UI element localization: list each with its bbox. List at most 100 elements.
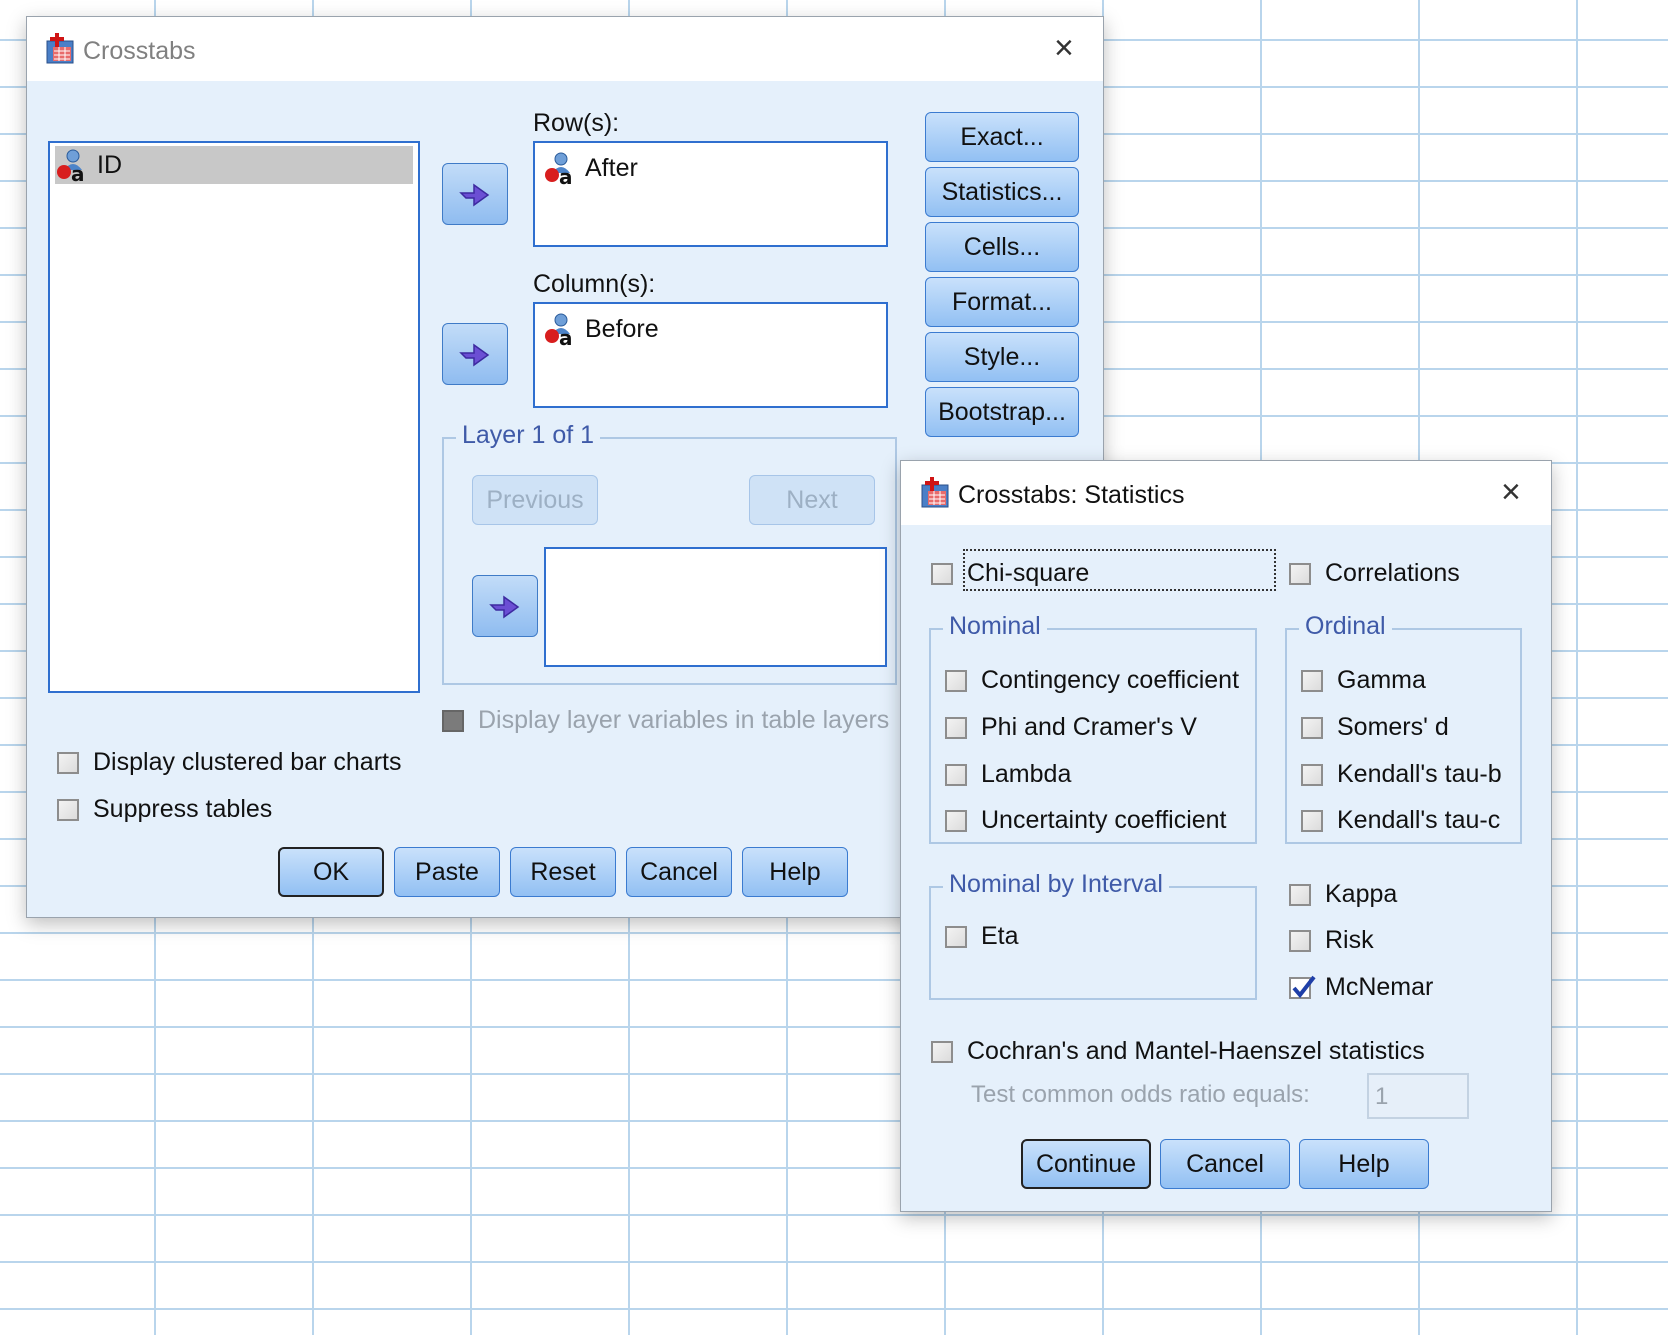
checkbox-box[interactable] [945, 763, 967, 786]
format-button[interactable]: Format... [925, 277, 1079, 327]
reset-button[interactable]: Reset [510, 847, 616, 897]
kendalls-tau-c-checkbox[interactable]: Kendall's tau-c [1301, 806, 1500, 835]
checkbox-label: Uncertainty coefficient [981, 806, 1227, 834]
titlebar: Crosstabs: Statistics × [901, 461, 1551, 525]
checkbox-box[interactable] [931, 562, 953, 585]
cancel-button[interactable]: Cancel [626, 847, 732, 897]
bootstrap-button[interactable]: Bootstrap... [925, 387, 1079, 437]
variable-item-after[interactable]: After [543, 151, 638, 185]
cells-button[interactable]: Cells... [925, 222, 1079, 272]
variable-name: Before [585, 314, 659, 343]
risk-checkbox[interactable]: Risk [1289, 926, 1374, 955]
dialog-title: Crosstabs: Statistics [958, 481, 1185, 509]
checkbox-label: Display clustered bar charts [93, 748, 402, 776]
move-to-columns-button[interactable] [442, 323, 508, 385]
lambda-checkbox[interactable]: Lambda [945, 760, 1071, 789]
variable-item-before[interactable]: Before [543, 312, 659, 346]
checkbox-label: Display layer variables in table layers [478, 706, 890, 734]
move-to-rows-button[interactable] [442, 163, 508, 225]
layer-list[interactable] [544, 547, 887, 667]
checkbox-box[interactable] [57, 798, 79, 821]
nominal-string-variable-icon [543, 312, 577, 346]
checkbox-box[interactable] [1289, 975, 1316, 999]
columns-label: Column(s): [533, 270, 656, 298]
next-button[interactable]: Next [749, 475, 875, 525]
previous-button[interactable]: Previous [472, 475, 598, 525]
statistics-button[interactable]: Statistics... [925, 167, 1079, 217]
layer-group: Layer 1 of 1 Previous Next [442, 421, 897, 685]
checkbox-box[interactable] [442, 709, 464, 732]
nominal-by-interval-title: Nominal by Interval [943, 870, 1169, 899]
statistics-dialog: Crosstabs: Statistics × Chi-square Corre… [900, 460, 1552, 1212]
checkbox-box[interactable] [945, 809, 967, 832]
ordinal-title: Ordinal [1299, 612, 1392, 641]
checkbox-label: Phi and Cramer's V [981, 713, 1197, 741]
columns-list[interactable]: Before [533, 302, 888, 408]
checkbox-label: Chi-square [967, 559, 1090, 587]
move-to-layer-button[interactable] [472, 575, 538, 637]
clustered-bar-charts-checkbox[interactable]: Display clustered bar charts [57, 748, 401, 777]
checkmark-icon [1292, 975, 1316, 998]
correlations-checkbox[interactable]: Correlations [1289, 559, 1460, 588]
cochran-mantel-haenszel-checkbox[interactable]: Cochran's and Mantel-Haenszel statistics [931, 1037, 1425, 1066]
nominal-string-variable-icon [55, 148, 89, 182]
style-button[interactable]: Style... [925, 332, 1079, 382]
checkbox-box[interactable] [931, 1040, 953, 1063]
variable-item-id[interactable]: ID [55, 146, 413, 184]
checkbox-box[interactable] [1289, 883, 1311, 906]
checkbox-box[interactable] [1301, 809, 1323, 832]
source-variable-list[interactable]: ID [48, 141, 420, 693]
checkbox-box[interactable] [1289, 929, 1311, 952]
checkbox-box[interactable] [1301, 763, 1323, 786]
checkbox-box[interactable] [57, 751, 79, 774]
checkbox-label: Gamma [1337, 666, 1426, 694]
checkbox-label: Suppress tables [93, 795, 273, 823]
display-layer-variables-checkbox[interactable]: Display layer variables in table layers [442, 706, 889, 735]
gamma-checkbox[interactable]: Gamma [1301, 666, 1426, 695]
kappa-checkbox[interactable]: Kappa [1289, 880, 1397, 909]
mcnemar-checkbox[interactable]: McNemar [1289, 973, 1433, 1002]
phi-cramers-v-checkbox[interactable]: Phi and Cramer's V [945, 713, 1197, 742]
odds-ratio-field[interactable]: 1 [1367, 1073, 1469, 1119]
move-right-arrow-icon [458, 179, 492, 209]
move-right-arrow-icon [488, 591, 522, 621]
rows-list[interactable]: After [533, 141, 888, 247]
contingency-coefficient-checkbox[interactable]: Contingency coefficient [945, 666, 1239, 695]
checkbox-label: Lambda [981, 760, 1072, 788]
close-icon[interactable]: × [1501, 475, 1521, 509]
uncertainty-coefficient-checkbox[interactable]: Uncertainty coefficient [945, 806, 1227, 835]
help-button[interactable]: Help [742, 847, 848, 897]
nominal-group: Nominal Contingency coefficient Phi and … [929, 612, 1257, 844]
kendalls-tau-b-checkbox[interactable]: Kendall's tau-b [1301, 760, 1502, 789]
titlebar: Crosstabs × [27, 17, 1103, 81]
cancel-button[interactable]: Cancel [1160, 1139, 1290, 1189]
checkbox-label: Kendall's tau-b [1337, 760, 1502, 788]
nominal-string-variable-icon [543, 151, 577, 185]
eta-checkbox[interactable]: Eta [945, 922, 1019, 951]
chi-square-checkbox[interactable]: Chi-square [931, 559, 1089, 588]
checkbox-box[interactable] [1301, 669, 1323, 692]
ordinal-group: Ordinal Gamma Somers' d Kendall's tau-b … [1285, 612, 1522, 844]
dialog-title: Crosstabs [83, 37, 196, 65]
checkbox-label: Risk [1325, 926, 1374, 954]
exact-button[interactable]: Exact... [925, 112, 1079, 162]
checkbox-label: Kendall's tau-c [1337, 806, 1501, 834]
move-right-arrow-icon [458, 339, 492, 369]
continue-button[interactable]: Continue [1021, 1139, 1151, 1189]
ok-button[interactable]: OK [278, 847, 384, 897]
rows-label: Row(s): [533, 109, 620, 137]
odds-ratio-label: Test common odds ratio equals: [971, 1081, 1310, 1108]
checkbox-box[interactable] [945, 716, 967, 739]
help-button[interactable]: Help [1299, 1139, 1429, 1189]
checkbox-box[interactable] [1289, 562, 1311, 585]
somers-d-checkbox[interactable]: Somers' d [1301, 713, 1449, 742]
suppress-tables-checkbox[interactable]: Suppress tables [57, 795, 272, 824]
paste-button[interactable]: Paste [394, 847, 500, 897]
checkbox-box[interactable] [945, 669, 967, 692]
nominal-by-interval-group: Nominal by Interval Eta [929, 870, 1257, 1000]
close-icon[interactable]: × [1054, 31, 1074, 65]
checkbox-box[interactable] [945, 925, 967, 948]
nominal-title: Nominal [943, 612, 1047, 641]
checkbox-label: Somers' d [1337, 713, 1449, 741]
checkbox-box[interactable] [1301, 716, 1323, 739]
